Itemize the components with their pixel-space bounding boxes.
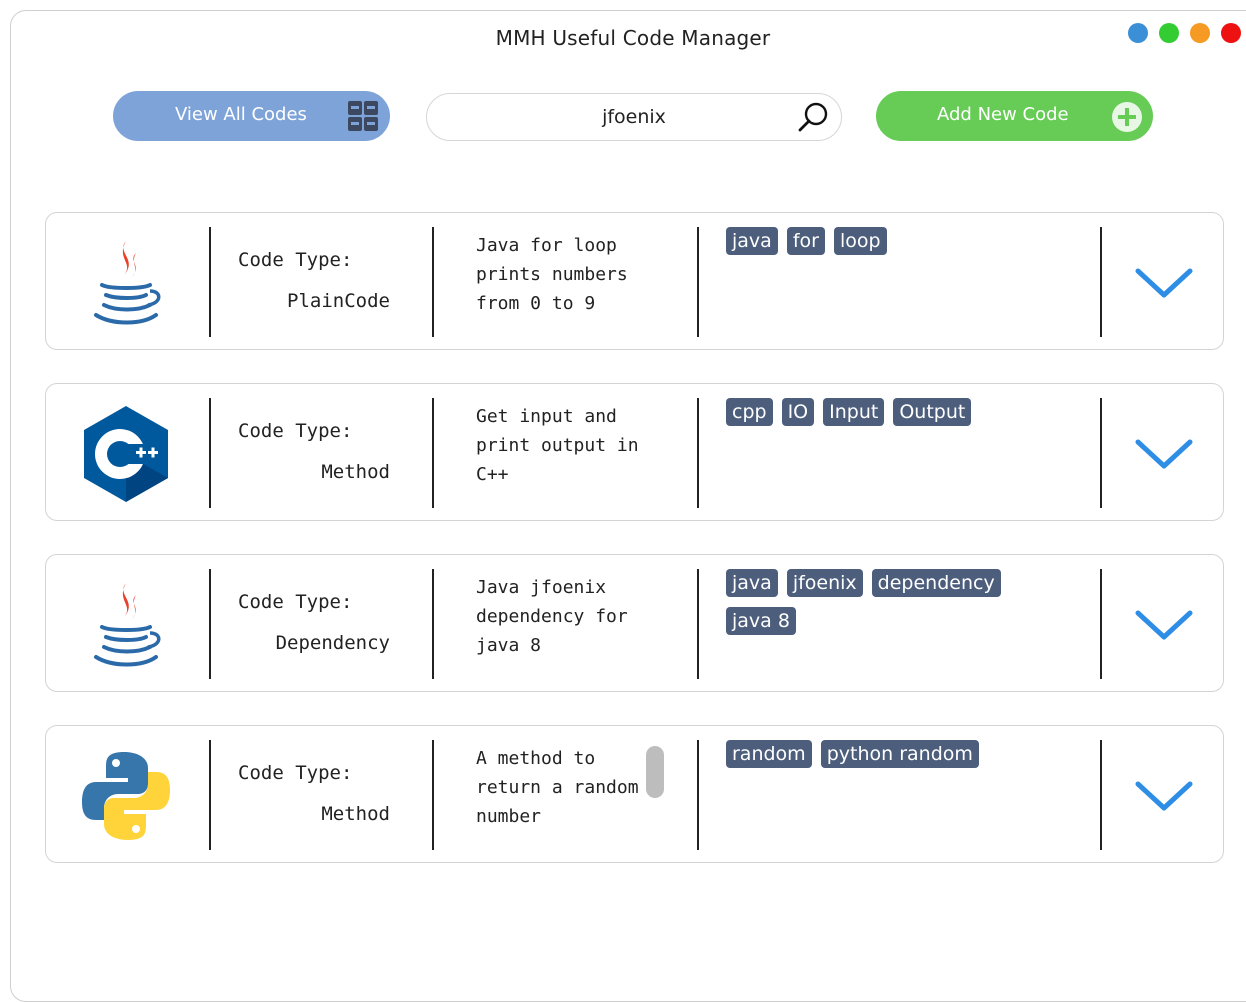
- divider: [209, 398, 211, 508]
- cpp-icon: [84, 406, 168, 502]
- code-type-label: Code Type:: [238, 591, 353, 613]
- divider: [697, 227, 699, 337]
- view-all-codes-label: View All Codes: [175, 104, 307, 125]
- code-type-value: Dependency: [275, 632, 390, 654]
- divider: [697, 740, 699, 850]
- add-new-code-button[interactable]: Add New Code: [876, 91, 1153, 141]
- java-icon: [94, 583, 161, 667]
- tag[interactable]: java 8: [726, 607, 796, 635]
- divider: [1100, 398, 1102, 508]
- orange-dot-button[interactable]: [1190, 23, 1210, 43]
- search-box: [426, 93, 842, 141]
- tag[interactable]: Input: [823, 398, 885, 426]
- window-title: MMH Useful Code Manager: [495, 26, 771, 50]
- search-icon[interactable]: [797, 100, 831, 134]
- code-type-label: Code Type:: [238, 762, 353, 784]
- code-description: Java jfoenix dependency for java 8: [476, 577, 628, 656]
- search-input[interactable]: [447, 102, 821, 132]
- code-type-value: Method: [321, 461, 390, 483]
- code-type-label: Code Type:: [238, 249, 353, 271]
- divider: [209, 227, 211, 337]
- divider: [209, 740, 211, 850]
- divider: [432, 740, 434, 850]
- code-card: Code Type: Method A method to return a r…: [45, 725, 1224, 863]
- tag[interactable]: random: [726, 740, 812, 768]
- code-card: Code Type: Method Get input and print ou…: [45, 383, 1224, 521]
- code-type-label: Code Type:: [238, 420, 353, 442]
- tag[interactable]: java: [726, 227, 778, 255]
- chevron-down-icon[interactable]: [1134, 436, 1194, 472]
- chevron-down-icon[interactable]: [1134, 778, 1194, 814]
- divider: [697, 398, 699, 508]
- view-all-codes-button[interactable]: View All Codes: [113, 91, 390, 141]
- add-new-code-label: Add New Code: [937, 104, 1069, 125]
- code-type-value: PlainCode: [287, 290, 390, 312]
- tag[interactable]: loop: [833, 227, 887, 255]
- tag[interactable]: python random: [820, 740, 979, 768]
- tag-list: java jfoenix dependency java 8: [726, 569, 1026, 635]
- tag[interactable]: cpp: [726, 398, 773, 426]
- divider: [432, 569, 434, 679]
- tag[interactable]: jfoenix: [786, 569, 863, 597]
- grid-icon: [348, 101, 378, 131]
- red-dot-button[interactable]: [1221, 23, 1241, 43]
- description-scrollbar[interactable]: [646, 746, 664, 798]
- tag-list: cpp IO Input Output: [726, 398, 1026, 426]
- green-dot-button[interactable]: [1159, 23, 1179, 43]
- divider: [1100, 227, 1102, 337]
- code-description: A method to return a random number: [476, 748, 639, 827]
- code-type-value: Method: [321, 803, 390, 825]
- divider: [697, 569, 699, 679]
- window-controls: [1128, 23, 1241, 43]
- tag[interactable]: IO: [781, 398, 815, 426]
- divider: [432, 398, 434, 508]
- tag[interactable]: dependency: [871, 569, 1001, 597]
- divider: [1100, 569, 1102, 679]
- code-card: Code Type: PlainCode Java for loop print…: [45, 212, 1224, 350]
- tag[interactable]: Output: [893, 398, 972, 426]
- tag[interactable]: java: [726, 569, 778, 597]
- blue-dot-button[interactable]: [1128, 23, 1148, 43]
- code-description: Java for loop prints numbers from 0 to 9: [476, 235, 628, 314]
- tag-list: java for loop: [726, 227, 1026, 255]
- divider: [209, 569, 211, 679]
- tag-list: random python random: [726, 740, 1026, 768]
- java-icon: [94, 241, 161, 325]
- tag[interactable]: for: [786, 227, 825, 255]
- chevron-down-icon[interactable]: [1134, 607, 1194, 643]
- divider: [1100, 740, 1102, 850]
- chevron-down-icon[interactable]: [1134, 265, 1194, 301]
- plus-circle-icon: [1112, 102, 1142, 132]
- python-icon: [82, 752, 170, 840]
- divider: [432, 227, 434, 337]
- code-description: Get input and print output in C++: [476, 406, 639, 485]
- code-card: Code Type: Dependency Java jfoenix depen…: [45, 554, 1224, 692]
